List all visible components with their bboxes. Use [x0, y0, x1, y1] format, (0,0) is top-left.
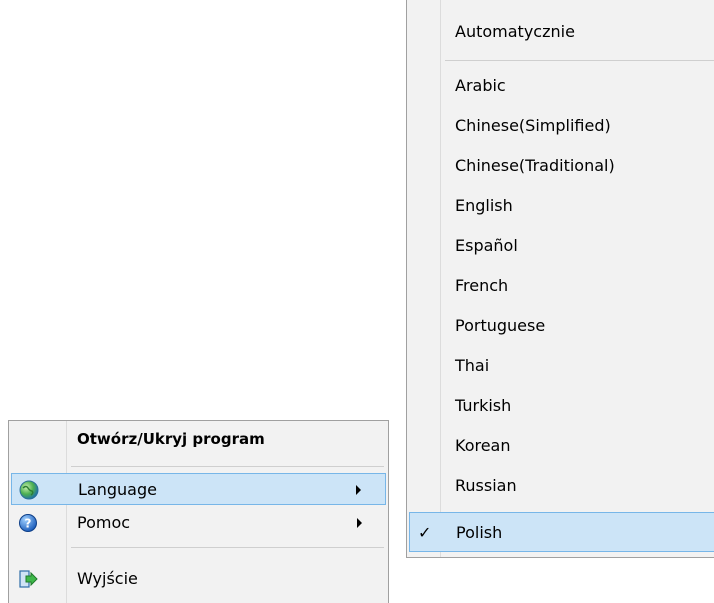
language-item-label: Portuguese	[455, 316, 546, 335]
submenu-separator	[445, 60, 714, 61]
language-item-thai[interactable]: Thai	[409, 346, 714, 386]
language-item-english[interactable]: English	[409, 186, 714, 226]
globe-icon	[19, 480, 39, 500]
submenu-arrow-icon	[357, 518, 362, 528]
language-item-label: Turkish	[455, 396, 512, 415]
language-item-auto[interactable]: Automatycznie	[409, 12, 714, 52]
language-item-espanol[interactable]: Español	[409, 226, 714, 266]
language-item-label: Arabic	[455, 76, 506, 95]
svg-text:?: ?	[25, 517, 32, 531]
tray-context-menu: Otwórz/Ukryj program Language ? Pomoc Wy…	[8, 420, 389, 603]
language-item-label: Thai	[455, 356, 490, 375]
menu-item-show-hide[interactable]: Otwórz/Ukryj program	[11, 423, 386, 455]
menu-item-exit-label: Wyjście	[77, 569, 138, 588]
language-item-arabic[interactable]: Arabic	[409, 66, 714, 106]
language-item-label: Automatycznie	[455, 22, 575, 41]
language-item-chinese-simplified[interactable]: Chinese(Simplified)	[409, 106, 714, 146]
language-item-label: Chinese(Traditional)	[455, 156, 615, 175]
submenu-arrow-icon	[356, 485, 361, 495]
menu-item-help[interactable]: ? Pomoc	[11, 507, 386, 539]
menu-item-show-hide-label: Otwórz/Ukryj program	[77, 430, 265, 448]
language-item-label: Español	[455, 236, 518, 255]
language-item-russian[interactable]: Russian	[409, 466, 714, 506]
language-item-polish[interactable]: ✓ Polish	[409, 512, 714, 552]
menu-item-language-label: Language	[78, 480, 157, 499]
language-item-label: English	[455, 196, 513, 215]
language-item-label: Chinese(Simplified)	[455, 116, 611, 135]
menu-item-language[interactable]: Language	[11, 473, 386, 505]
desktop-scene: Otwórz/Ukryj program Language ? Pomoc Wy…	[0, 0, 714, 603]
language-item-label: Korean	[455, 436, 511, 455]
help-icon: ?	[18, 513, 38, 533]
exit-icon	[18, 569, 38, 589]
language-item-label: Russian	[455, 476, 517, 495]
language-submenu: Automatycznie Arabic Chinese(Simplified)…	[406, 0, 714, 558]
language-item-portuguese[interactable]: Portuguese	[409, 306, 714, 346]
language-item-french[interactable]: French	[409, 266, 714, 306]
menu-item-exit[interactable]: Wyjście	[11, 563, 386, 595]
menu-separator	[71, 466, 384, 467]
language-item-label: Polish	[456, 523, 503, 542]
menu-separator	[71, 547, 384, 548]
language-item-korean[interactable]: Korean	[409, 426, 714, 466]
language-item-label: French	[455, 276, 509, 295]
checkmark-icon: ✓	[418, 523, 432, 542]
menu-item-help-label: Pomoc	[77, 513, 131, 532]
language-item-turkish[interactable]: Turkish	[409, 386, 714, 426]
language-item-chinese-traditional[interactable]: Chinese(Traditional)	[409, 146, 714, 186]
